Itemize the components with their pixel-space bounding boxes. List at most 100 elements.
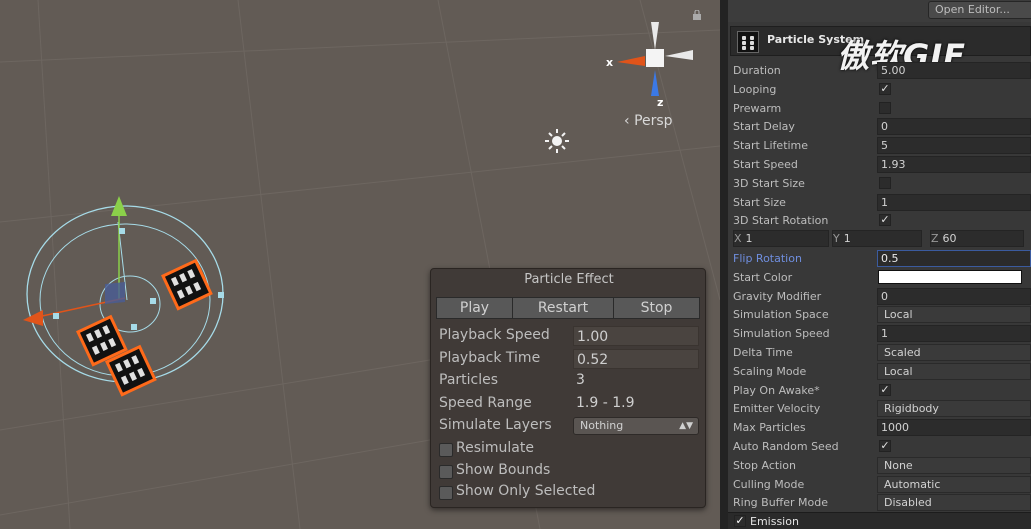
particles-value: 3 (576, 372, 585, 388)
row-looping: Looping ✓ (728, 80, 1031, 98)
culling-mode-field[interactable]: Automatic (877, 475, 1031, 493)
particle-effect-panel: Particle Effect Play Restart Stop Playba… (430, 268, 706, 508)
show-bounds-label: Show Bounds (456, 462, 551, 478)
play-button[interactable]: Play (436, 297, 513, 319)
row-start-size: Start Size 1 (728, 193, 1031, 211)
looping-checkbox[interactable]: ✓ (879, 82, 891, 95)
start-lifetime-label: Start Lifetime (733, 139, 809, 153)
open-editor-button[interactable]: Open Editor... (928, 1, 1031, 19)
sun-icon[interactable] (544, 128, 570, 154)
start-delay-label: Start Delay (733, 120, 795, 134)
row-start-color: Start Color (728, 268, 1031, 286)
dropdown-arrow-icon: ▲▼ (679, 421, 693, 431)
rotation-x-value: 1 (745, 232, 753, 245)
simulation-speed-field[interactable]: 1 (877, 325, 1031, 343)
start-delay-field[interactable]: 0 (877, 118, 1031, 136)
emission-checkbox[interactable]: ✓ (734, 515, 746, 527)
start-size-label: Start Size (733, 195, 786, 209)
show-bounds-checkbox[interactable] (439, 465, 453, 479)
flip-rotation-field[interactable]: 0.5 (877, 250, 1031, 267)
resimulate-checkbox[interactable] (439, 443, 453, 457)
playback-speed-field[interactable]: 1.00 (573, 326, 699, 346)
row-ring-buffer-mode: Ring Buffer Mode Disabled (728, 493, 1031, 512)
gizmo-x-label: x (606, 56, 614, 69)
delta-time-label: Delta Time (733, 346, 793, 359)
resimulate-label: Resimulate (456, 440, 534, 456)
simulation-speed-label: Simulation Speed (733, 327, 830, 341)
prewarm-checkbox[interactable] (879, 101, 891, 114)
ring-buffer-mode-field[interactable]: Disabled (877, 494, 1031, 512)
start-color-swatch[interactable] (878, 269, 1022, 284)
rotation-y: Y1 (833, 232, 851, 245)
gravity-modifier-field[interactable]: 0 (877, 287, 1031, 305)
row-simulation-space: Simulation Space Local (728, 305, 1031, 324)
row-play-on-awake: Play On Awake* ✓ (728, 381, 1031, 399)
panel-divider[interactable] (720, 0, 728, 529)
stop-action-field[interactable]: None (877, 456, 1031, 474)
auto-random-seed-label: Auto Random Seed (733, 440, 839, 453)
inspector-panel: Open Editor... Particle System 傲软GIF Dur… (728, 0, 1031, 529)
row-start-delay: Start Delay 0 (728, 117, 1031, 136)
component-header[interactable]: Particle System 傲软GIF (730, 26, 1031, 75)
start-size-field[interactable]: 1 (877, 193, 1031, 211)
scaling-mode-field[interactable]: Local (877, 362, 1031, 380)
particle-system-gizmo[interactable] (15, 188, 245, 408)
simulation-space-field[interactable]: Local (877, 306, 1031, 324)
duration-label: Duration (733, 64, 781, 77)
gizmo-z-label: z (657, 96, 664, 109)
looping-label: Looping (733, 82, 777, 96)
duration-field[interactable]: 5.00 (877, 62, 1031, 79)
row-stop-action: Stop Action None (728, 456, 1031, 474)
particles-label: Particles (439, 372, 499, 388)
row-max-particles: Max Particles 1000 (728, 418, 1031, 437)
row-prewarm: Prewarm (728, 99, 1031, 117)
row-culling-mode: Culling Mode Automatic (728, 475, 1031, 493)
start-speed-label: Start Speed (733, 158, 798, 171)
row-auto-random-seed: Auto Random Seed ✓ (728, 437, 1031, 455)
stop-button[interactable]: Stop (613, 297, 700, 319)
row-delta-time: Delta Time Scaled (728, 343, 1031, 361)
3d-start-size-label: 3D Start Size (733, 176, 805, 190)
emitter-velocity-label: Emitter Velocity (733, 402, 821, 416)
emitter-velocity-field[interactable]: Rigidbody (877, 400, 1031, 418)
ring-buffer-mode-label: Ring Buffer Mode (733, 496, 829, 510)
rotation-z: Z 60 (931, 232, 957, 245)
rotation-x: X1 (734, 232, 753, 245)
delta-time-field[interactable]: Scaled (877, 344, 1031, 361)
row-start-speed: Start Speed 1.93 (728, 155, 1031, 173)
simulation-space-label: Simulation Space (733, 308, 829, 322)
emission-label: Emission (750, 515, 799, 528)
rotation-z-value: 60 (942, 232, 957, 245)
projection-toggle[interactable]: ‹ Persp (624, 113, 673, 129)
row-emitter-velocity: Emitter Velocity Rigidbody (728, 399, 1031, 418)
row-flip-rotation: Flip Rotation 0.5 (728, 249, 1031, 267)
culling-mode-label: Culling Mode (733, 477, 805, 491)
3d-start-size-checkbox[interactable] (879, 176, 891, 189)
simulate-layers-dropdown[interactable]: Nothing ▲▼ (573, 417, 699, 435)
row-3d-start-rotation: 3D Start Rotation ✓ (728, 211, 1031, 229)
orientation-gizmo[interactable] (605, 18, 695, 108)
start-color-label: Start Color (733, 270, 793, 284)
simulate-layers-value: Nothing (580, 419, 624, 432)
playback-time-field[interactable]: 0.52 (573, 349, 699, 369)
max-particles-field[interactable]: 1000 (877, 419, 1031, 437)
speed-range-value: 1.9 - 1.9 (576, 395, 635, 411)
row-3d-start-size: 3D Start Size (728, 174, 1031, 192)
start-speed-field[interactable]: 1.93 (877, 156, 1031, 173)
particle-sprite (161, 258, 213, 311)
flip-rotation-label: Flip Rotation (733, 252, 802, 265)
scene-view[interactable]: x z ‹ Persp Particle Effect Play Restart… (0, 0, 720, 529)
show-only-selected-label: Show Only Selected (456, 483, 596, 499)
simulate-layers-label: Simulate Layers (439, 417, 552, 433)
auto-random-seed-checkbox[interactable]: ✓ (879, 440, 891, 452)
row-simulation-speed: Simulation Speed 1 (728, 324, 1031, 343)
show-only-selected-checkbox[interactable] (439, 486, 453, 500)
prewarm-label: Prewarm (733, 101, 782, 115)
emission-module-header[interactable]: ✓ Emission (728, 512, 1031, 529)
rotation-y-value: 1 (843, 232, 851, 245)
row-duration: Duration 5.00 (728, 61, 1031, 79)
play-on-awake-checkbox[interactable]: ✓ (879, 383, 891, 396)
restart-button[interactable]: Restart (512, 297, 614, 319)
start-lifetime-field[interactable]: 5 (877, 137, 1031, 155)
3d-start-rotation-checkbox[interactable]: ✓ (879, 214, 891, 227)
